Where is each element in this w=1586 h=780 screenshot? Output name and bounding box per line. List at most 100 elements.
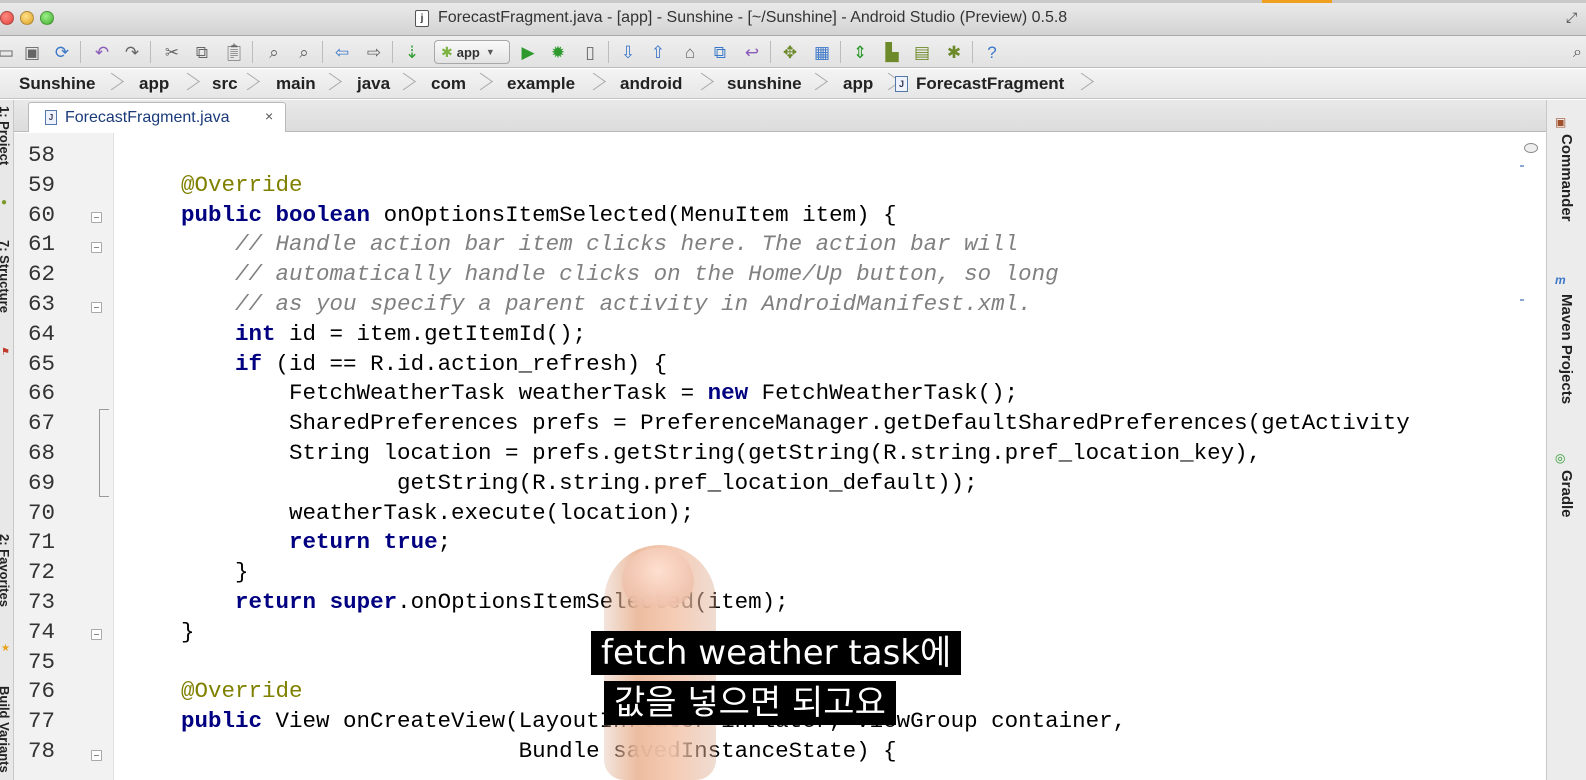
toolbar-separator [392, 41, 393, 63]
breadcrumb-item[interactable]: com [431, 69, 466, 99]
code-line[interactable]: } [127, 557, 249, 587]
close-tab-icon[interactable]: × [265, 108, 273, 124]
change-marker [99, 496, 109, 497]
fold-marker[interactable] [91, 212, 102, 223]
code-line[interactable]: } [127, 617, 195, 647]
code-line[interactable]: // as you specify a parent activity in A… [127, 289, 1032, 319]
breadcrumb-item[interactable]: app [139, 69, 169, 99]
vcs-compare-icon[interactable]: ⌂ [678, 40, 702, 64]
vcs-commit-icon[interactable]: ⇧ [646, 40, 670, 64]
help-icon[interactable]: ? [980, 40, 1004, 64]
breadcrumb-separator [180, 72, 192, 96]
back-icon[interactable]: ⇦ [330, 40, 354, 64]
toolbar-separator [608, 41, 609, 63]
commander-tool-button[interactable]: Commander [1558, 134, 1575, 222]
code-line[interactable]: int id = item.getItemId(); [127, 319, 586, 349]
save-icon[interactable]: ▣ [20, 40, 44, 64]
zoom-window-button[interactable] [40, 11, 54, 25]
breadcrumb-item[interactable]: src [212, 69, 238, 99]
progress-strip [0, 0, 1586, 3]
fold-marker[interactable] [91, 629, 102, 640]
project-structure-icon[interactable]: ✥ [778, 40, 802, 64]
breadcrumb-separator [1074, 72, 1086, 96]
change-marker [99, 409, 109, 410]
folder-icon[interactable]: ▭ [0, 40, 18, 64]
code-line[interactable]: @Override [127, 676, 303, 706]
breadcrumb-item[interactable]: app [843, 69, 873, 99]
breadcrumb-item[interactable]: android [620, 69, 682, 99]
breadcrumb-separator [586, 72, 598, 96]
fullscreen-icon[interactable]: ⤢ [1566, 10, 1580, 24]
forward-icon[interactable]: ⇨ [362, 40, 386, 64]
code-line[interactable]: SharedPreferences prefs = PreferenceMana… [127, 408, 1410, 438]
code-line[interactable]: String location = prefs.getString(getStr… [127, 438, 1261, 468]
code-line[interactable]: // Handle action bar item clicks here. T… [127, 229, 1018, 259]
line-number: 73 [28, 589, 56, 615]
maven-projects-tool-button[interactable]: Maven Projects [1558, 294, 1575, 404]
copy-icon[interactable]: ⧉ [190, 40, 214, 64]
maven-icon: m [1555, 273, 1566, 287]
toolbar-separator [972, 41, 973, 63]
breadcrumb-item-current[interactable]: ForecastFragment [916, 69, 1064, 99]
line-number: 59 [28, 171, 56, 198]
minimize-window-button[interactable] [20, 11, 34, 25]
build-variants-tool-button[interactable]: Build Variants [0, 686, 12, 773]
code-line[interactable]: // automatically handle clicks on the Ho… [127, 259, 1059, 289]
vcs-history-icon[interactable]: ⧉ [708, 40, 732, 64]
undo-icon[interactable]: ↶ [90, 40, 114, 64]
search-everywhere-icon[interactable]: ⌕ [1573, 44, 1582, 62]
fold-marker[interactable] [91, 302, 102, 313]
android-sdk-icon[interactable]: ✱ [942, 40, 966, 64]
code-line[interactable]: if (id == R.id.action_refresh) { [127, 349, 667, 379]
breadcrumb-item[interactable]: example [507, 69, 575, 99]
fold-marker[interactable] [91, 242, 102, 253]
code-line[interactable]: FetchWeatherTask weatherTask = new Fetch… [127, 378, 1018, 408]
structure-icon: ⚑ [1, 347, 10, 358]
tab-forecast-fragment[interactable]: J ForecastFragment.java × [28, 102, 286, 132]
cut-icon[interactable]: ✂ [160, 40, 184, 64]
replace-icon[interactable]: ⌕ [292, 40, 316, 64]
run-config-dropdown[interactable]: ✱ app ▼ [434, 40, 510, 64]
tab-label: ForecastFragment.java [65, 109, 230, 126]
code-line[interactable]: return true; [127, 527, 451, 557]
code-line[interactable]: Bundle savedInstanceState) { [127, 736, 897, 766]
breadcrumb-separator [322, 72, 334, 96]
close-window-button[interactable] [0, 11, 14, 25]
debug-icon[interactable]: ✹ [546, 40, 570, 64]
avd-manager-icon[interactable]: ⇕ [848, 40, 872, 64]
toolbar-separator [322, 41, 323, 63]
run-icon[interactable]: ▶ [516, 40, 540, 64]
breadcrumb-item[interactable]: java [357, 69, 390, 99]
sync-gradle-icon[interactable]: ▙ [880, 40, 904, 64]
project-tool-button[interactable]: 1: Project [0, 106, 12, 165]
breadcrumb-separator [473, 72, 485, 96]
inspection-eye-icon[interactable] [1524, 143, 1538, 153]
code-line[interactable]: @Override [127, 170, 303, 200]
change-marker [99, 409, 100, 497]
code-line[interactable]: getString(R.string.pref_location_default… [127, 468, 978, 498]
android-monitor-icon[interactable]: ▤ [910, 40, 934, 64]
breadcrumb-item[interactable]: sunshine [727, 69, 802, 99]
breadcrumb-item[interactable]: Sunshine [19, 69, 96, 99]
attach-debugger-icon[interactable]: ▯ [578, 40, 602, 64]
gradle-tool-button[interactable]: Gradle [1558, 470, 1575, 518]
breadcrumb-item[interactable]: main [276, 69, 316, 99]
code-line[interactable]: weatherTask.execute(location); [127, 498, 694, 528]
favorites-tool-button[interactable]: 2: Favorites [0, 534, 12, 607]
make-project-icon[interactable]: ⇣ [400, 40, 424, 64]
sync-icon[interactable]: ⟳ [50, 40, 74, 64]
finger-nail [622, 548, 694, 606]
line-number: 67 [28, 410, 56, 437]
paste-icon[interactable]: 📋︎ [222, 40, 246, 64]
sdk-manager-icon[interactable]: ▦ [810, 40, 834, 64]
fold-marker[interactable] [91, 750, 102, 761]
line-number: 68 [28, 440, 56, 466]
vcs-revert-icon[interactable]: ↩ [740, 40, 764, 64]
code-line[interactable]: public boolean onOptionsItemSelected(Men… [127, 200, 897, 230]
redo-icon[interactable]: ↷ [120, 40, 144, 64]
find-icon[interactable]: ⌕ [262, 40, 286, 64]
structure-tool-button[interactable]: 7: Structure [0, 240, 12, 313]
vcs-update-icon[interactable]: ⇩ [616, 40, 640, 64]
line-number: 75 [28, 648, 56, 675]
navigation-breadcrumb: Sunshine app src main java com example a… [0, 69, 1586, 99]
